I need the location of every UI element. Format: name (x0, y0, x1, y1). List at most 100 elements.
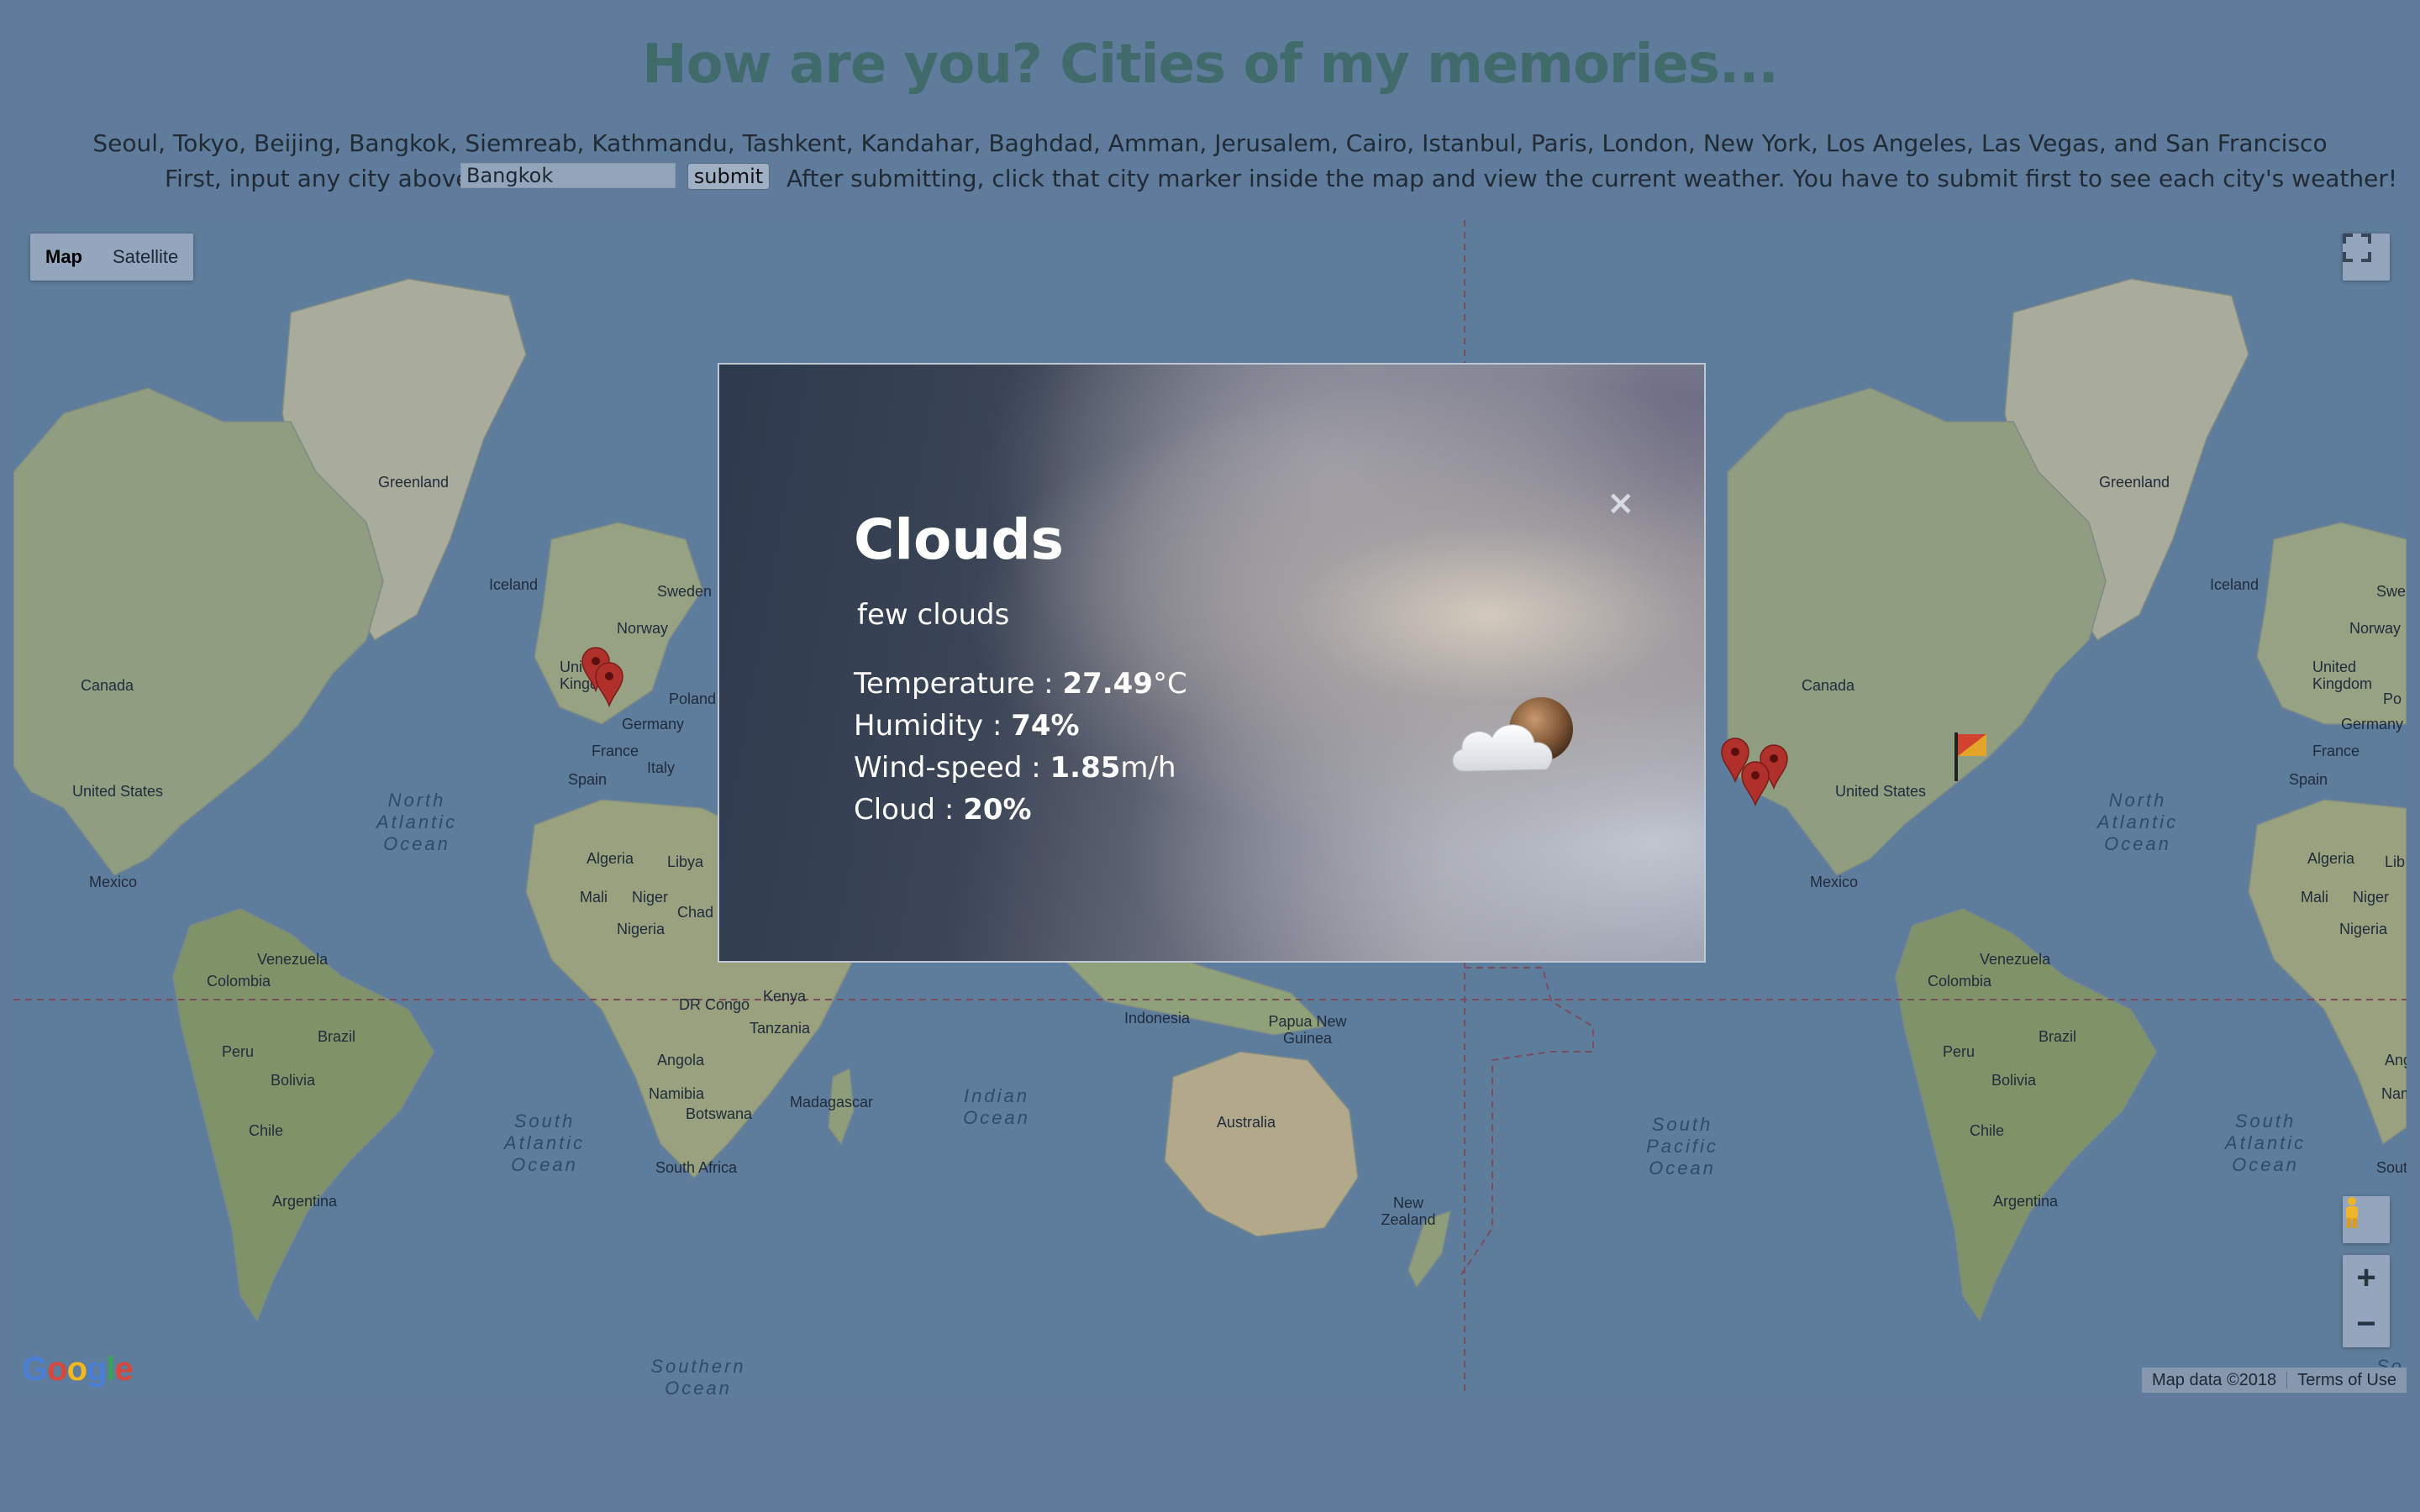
label-angola: Angola (657, 1052, 705, 1068)
page-title: How are you? Cities of my memories... (642, 34, 1779, 96)
close-icon[interactable]: × (1607, 484, 1635, 522)
label-united-states: United States (72, 783, 164, 800)
label-chile: Chile (249, 1122, 284, 1139)
label-papua-new-guinea: Papua New Guinea (1268, 1013, 1347, 1047)
label-iceland: Iceland (2210, 576, 2260, 593)
map-type-satellite-button[interactable]: Satellite (97, 234, 193, 281)
zoom-in-button[interactable]: + (2343, 1255, 2390, 1301)
map-type-map-button[interactable]: Map (30, 234, 97, 281)
label-greenland: Greenland (378, 474, 450, 491)
label-poland: Poland (669, 690, 717, 707)
street-view-button[interactable] (2343, 1196, 2390, 1243)
label-greenland: Greenland (2099, 474, 2170, 491)
weather-modal: × Clouds few clouds Temperature : 27.49°… (718, 363, 1706, 963)
weather-description: few clouds (857, 598, 1010, 632)
label-nigeria: Nigeria (2339, 921, 2388, 937)
humidity-label: Humidity : (854, 709, 1012, 743)
temperature-value: 27.49 (1062, 667, 1153, 701)
instructions-text: After submitting, click that city marker… (786, 165, 2398, 192)
label-namibia-cut: Nami (2381, 1085, 2407, 1102)
label-southern-ocean: Southern Ocean (650, 1356, 746, 1394)
label-sweden-cut: Swe (2376, 583, 2407, 600)
label-mali: Mali (580, 889, 608, 906)
label-australia: Australia (1217, 1114, 1276, 1131)
city-marker-los-angeles[interactable] (1741, 761, 1770, 806)
label-south-atlantic: South Atlantic Ocean (2224, 1110, 2307, 1175)
label-spain: Spain (568, 771, 608, 788)
label-indian-ocean: Indian Ocean (963, 1085, 1030, 1128)
humidity-value: 74% (1011, 709, 1080, 743)
label-indonesia: Indonesia (1124, 1010, 1191, 1026)
terms-of-use-link[interactable]: Terms of Use (2287, 1371, 2407, 1390)
label-nigeria: Nigeria (617, 921, 666, 937)
label-libya: Libya (667, 853, 704, 870)
label-united-kingdom: United Kingdom (2312, 659, 2373, 692)
label-sweden: Sweden (657, 583, 713, 600)
weather-main: Clouds (854, 507, 1064, 572)
label-norway: Norway (617, 620, 669, 637)
label-brazil: Brazil (318, 1028, 356, 1045)
city-marker-flag-new-york[interactable] (1953, 731, 1990, 783)
submit-button[interactable]: submit (687, 163, 770, 190)
label-algeria: Algeria (587, 850, 634, 867)
wind-label: Wind-speed : (854, 751, 1050, 785)
label-tanzania: Tanzania (750, 1020, 811, 1037)
label-south-pacific: South Pacific Ocean (1646, 1114, 1718, 1179)
label-niger: Niger (2353, 889, 2390, 906)
label-canada: Canada (1802, 677, 1855, 694)
label-peru: Peru (1943, 1043, 1975, 1060)
label-mexico: Mexico (89, 874, 138, 890)
city-marker-paris[interactable] (595, 662, 623, 707)
label-germany: Germany (2341, 716, 2404, 732)
label-new-zealand: New Zealand (1381, 1194, 1436, 1228)
label-spain: Spain (2289, 771, 2328, 788)
label-venezuela: Venezuela (1980, 951, 2051, 968)
label-colombia: Colombia (1928, 973, 1992, 990)
label-kenya: Kenya (763, 988, 807, 1005)
label-france: France (592, 743, 639, 759)
label-north-atlantic: North Atlantic Ocean (2096, 790, 2179, 854)
label-united-states: United States (1835, 783, 1927, 800)
label-chad: Chad (677, 904, 714, 921)
label-namibia: Namibia (649, 1085, 705, 1102)
label-algeria: Algeria (2307, 850, 2355, 867)
cloud-row: Cloud : 20% (854, 793, 1032, 827)
temperature-row: Temperature : 27.49°C (854, 667, 1187, 701)
wind-value: 1.85 (1050, 751, 1121, 785)
wind-speed-row: Wind-speed : 1.85m/h (854, 751, 1176, 785)
wind-unit: m/h (1120, 751, 1176, 785)
label-chile: Chile (1970, 1122, 2005, 1139)
label-canada: Canada (81, 677, 134, 694)
label-venezuela: Venezuela (257, 951, 329, 968)
few-clouds-icon (1452, 697, 1573, 772)
label-bolivia: Bolivia (271, 1072, 316, 1089)
label-poland-cut: Po (2383, 690, 2402, 707)
label-niger: Niger (632, 889, 669, 906)
label-dr-congo: DR Congo (679, 996, 750, 1013)
fullscreen-button[interactable] (2343, 234, 2390, 281)
label-south-africa: South Africa (655, 1159, 738, 1176)
label-madagascar: Madagascar (790, 1094, 874, 1110)
cloud-value: 20% (963, 793, 1032, 827)
label-mali: Mali (2301, 889, 2329, 906)
city-input-label: First, input any city above : (165, 165, 486, 192)
label-france: France (2312, 743, 2360, 759)
label-italy: Italy (647, 759, 676, 776)
zoom-control: + − (2343, 1255, 2390, 1347)
map-data-label: Map data ©2018 (2152, 1370, 2277, 1389)
city-input[interactable] (460, 163, 676, 188)
label-botswana: Botswana (686, 1105, 753, 1122)
label-libya-cut: Lib (2385, 853, 2406, 870)
map-type-control: Map Satellite (30, 234, 194, 281)
zoom-out-button[interactable]: − (2343, 1301, 2390, 1347)
label-south-atlantic: South Atlantic Ocean (503, 1110, 586, 1175)
label-germany: Germany (622, 716, 685, 732)
label-argentina: Argentina (272, 1193, 338, 1210)
label-colombia: Colombia (207, 973, 271, 990)
label-argentina: Argentina (1993, 1193, 2059, 1210)
pegman-icon (2346, 1197, 2358, 1228)
label-brazil: Brazil (2039, 1028, 2077, 1045)
label-norway: Norway (2349, 620, 2402, 637)
cloud-label: Cloud : (854, 793, 964, 827)
label-iceland: Iceland (489, 576, 539, 593)
